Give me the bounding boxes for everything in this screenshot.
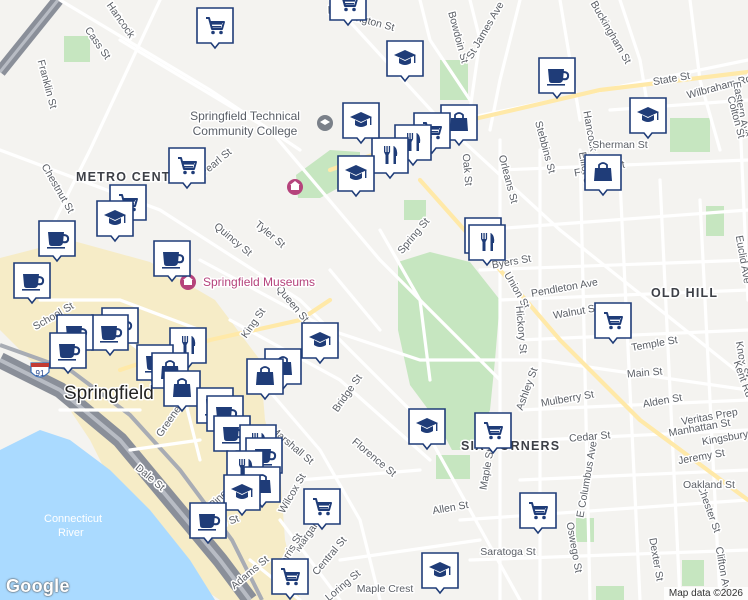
- coffee-cup-marker[interactable]: [91, 314, 129, 356]
- interstate-shield-label: 91: [36, 369, 45, 378]
- poi-label-stcc-line2: Community College: [193, 124, 298, 138]
- poi-museum-icon-group[interactable]: [287, 179, 303, 195]
- graduation-cap-marker[interactable]: [342, 102, 380, 144]
- coffee-cup-marker[interactable]: [38, 220, 76, 262]
- coffee-cup-marker[interactable]: [153, 240, 191, 282]
- shopping-cart-marker[interactable]: [474, 412, 512, 454]
- graduation-cap-marker[interactable]: [96, 200, 134, 242]
- graduation-cap-marker[interactable]: [301, 322, 339, 364]
- graduation-cap-marker[interactable]: [223, 474, 261, 516]
- water-label-line2: River: [58, 527, 84, 539]
- fork-knife-marker[interactable]: [371, 137, 409, 179]
- fork-knife-marker[interactable]: [468, 224, 506, 266]
- google-logo[interactable]: Google: [6, 576, 70, 597]
- city-label-springfield: Springfield: [64, 383, 154, 404]
- street-label: Saratoga St: [480, 546, 536, 558]
- map-canvas[interactable]: 91 Vinton StCass StFranklin StWorthingto…: [0, 0, 748, 600]
- park-small: [596, 586, 624, 600]
- park-small: [440, 60, 468, 100]
- shopping-bag-marker[interactable]: [246, 358, 284, 400]
- shopping-cart-marker[interactable]: [168, 147, 206, 189]
- street-label: Sherman St: [592, 139, 648, 151]
- poi-label-springfield-museums: Springfield Museums: [203, 275, 315, 289]
- district-label-metro-center: METRO CENT: [76, 170, 171, 184]
- coffee-cup-marker[interactable]: [13, 262, 51, 304]
- map-attribution[interactable]: Map data ©2026: [663, 587, 748, 600]
- water-label-line1: Connecticut: [44, 513, 102, 525]
- park-small: [670, 118, 710, 152]
- shopping-bag-marker[interactable]: [163, 370, 201, 412]
- park-small: [682, 560, 704, 586]
- park-small: [64, 36, 90, 62]
- poi-label-stcc-line1: Springfield Technical: [190, 109, 300, 123]
- shopping-cart-marker[interactable]: [303, 488, 341, 530]
- shopping-cart-marker[interactable]: [519, 492, 557, 534]
- street-label: Oakland St: [683, 479, 735, 491]
- street-label: Maple Crest: [357, 583, 414, 595]
- graduation-cap-marker[interactable]: [386, 40, 424, 82]
- coffee-cup-marker[interactable]: [538, 57, 576, 99]
- coffee-cup-marker[interactable]: [49, 332, 87, 374]
- shopping-cart-marker[interactable]: [594, 302, 632, 344]
- shopping-bag-marker[interactable]: [584, 154, 622, 196]
- district-label-old-hill: OLD HILL: [651, 286, 718, 300]
- graduation-cap-marker[interactable]: [408, 408, 446, 450]
- graduation-cap-marker[interactable]: [421, 552, 459, 594]
- shopping-cart-marker[interactable]: [196, 7, 234, 49]
- graduation-cap-marker[interactable]: [629, 97, 667, 139]
- coffee-cup-marker[interactable]: [189, 502, 227, 544]
- graduation-cap-marker[interactable]: [337, 155, 375, 197]
- shopping-cart-marker[interactable]: [271, 558, 309, 600]
